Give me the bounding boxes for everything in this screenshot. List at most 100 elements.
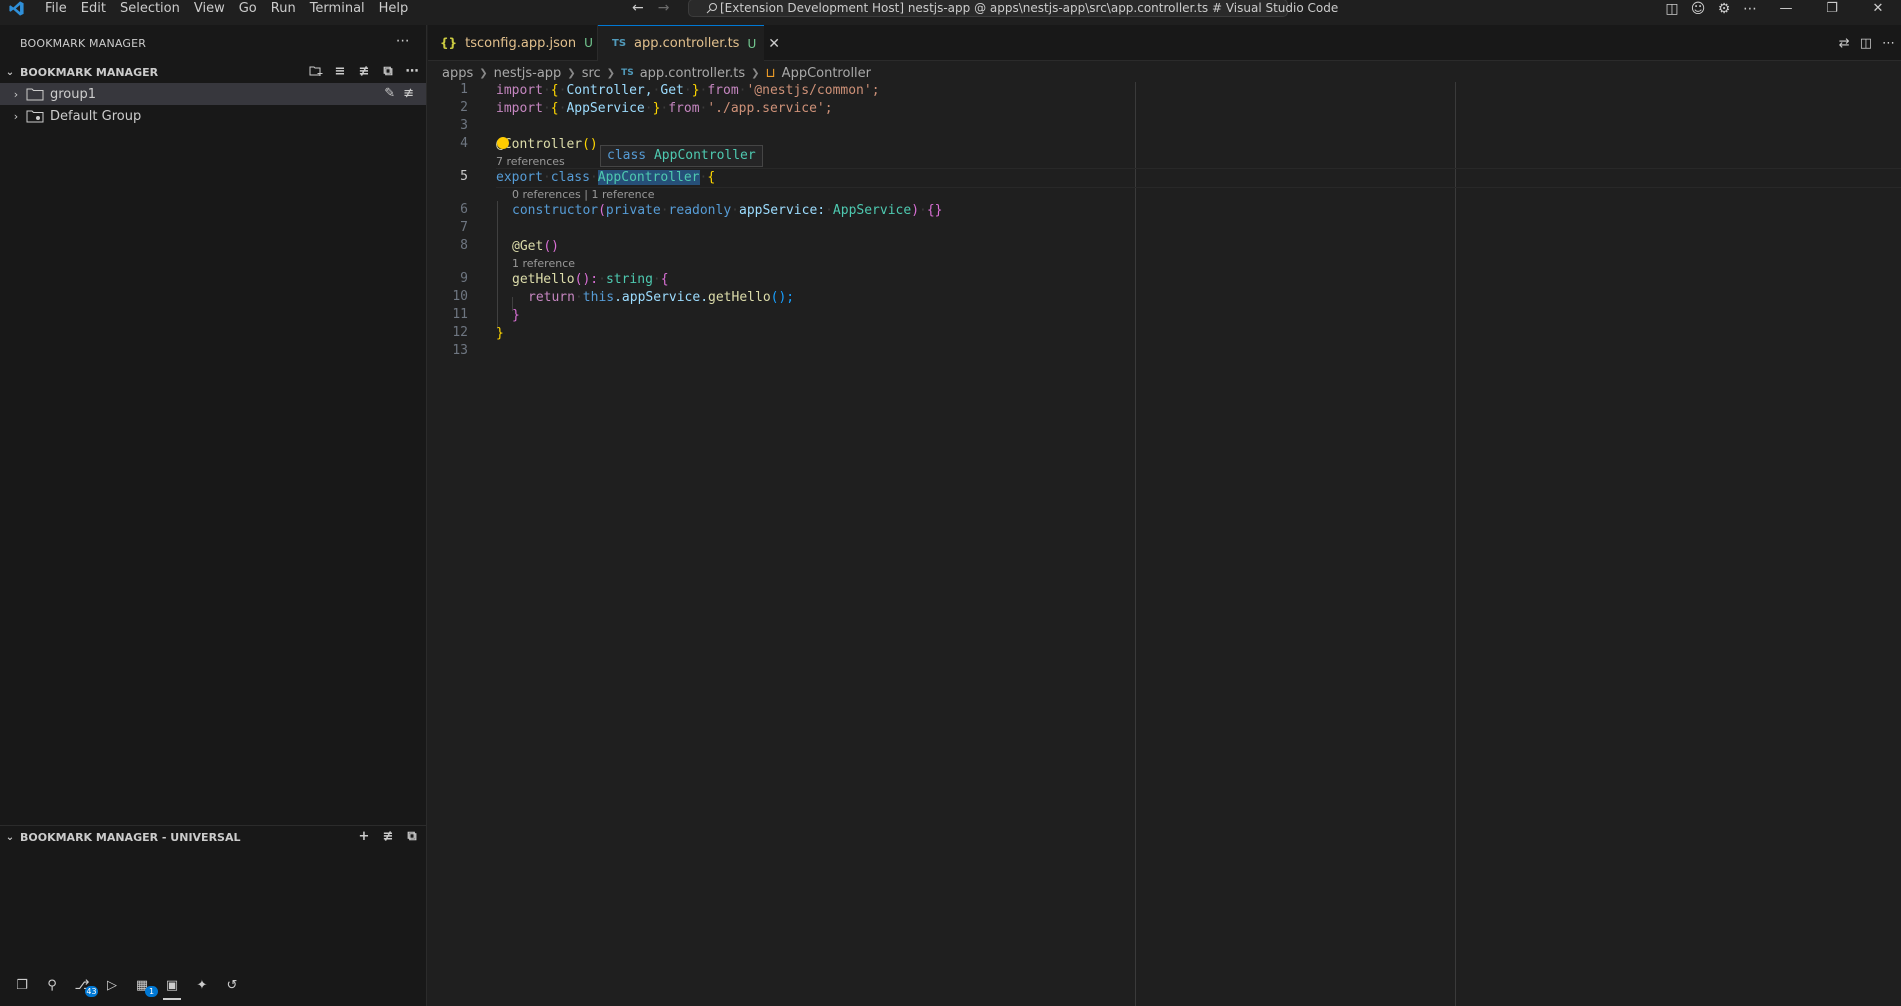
lightbulb-icon[interactable] [497, 137, 509, 149]
clear-group-icon[interactable]: ≢ [403, 86, 414, 101]
run-debug-icon[interactable]: ▷ [100, 973, 124, 997]
editor-tabs: {} tsconfig.app.json U TS app.controller… [428, 25, 1901, 61]
chevron-right-icon: › [13, 87, 19, 101]
explorer-icon[interactable]: ❐ [10, 973, 34, 997]
toggle-panel-layout-icon[interactable]: ◫ [1659, 1, 1685, 17]
command-center-label: [Extension Development Host] nestjs-app … [720, 1, 1339, 15]
code-line-1: import·{·Controller,·Get·}·from·'@nestjs… [496, 83, 880, 98]
code-editor[interactable]: 1 2 3 4 5 6 7 8 9 10 11 12 13 import·{·C… [428, 82, 1901, 1006]
line-number: 3 [460, 118, 468, 133]
git-graph-icon[interactable]: ✦ [190, 973, 214, 997]
line-number: 13 [452, 343, 468, 358]
edit-pencil-icon[interactable]: ✎ [384, 86, 395, 101]
collapse-all-icon[interactable]: ⧉ [404, 828, 420, 844]
back-arrow-icon[interactable]: ← [632, 0, 644, 16]
more-icon[interactable]: ⋯ [1737, 1, 1763, 17]
menu-terminal[interactable]: Terminal [310, 1, 365, 16]
code-line-11: } [512, 308, 520, 323]
code-line-9: getHello():·string·{ [512, 272, 669, 287]
extensions-badge: 1 [145, 986, 158, 997]
menu-edit[interactable]: Edit [81, 1, 106, 16]
tab-app-controller[interactable]: TS app.controller.ts U ✕ [598, 25, 780, 61]
minimize-button[interactable]: — [1763, 1, 1809, 16]
history-navigation: ← → [632, 0, 669, 16]
tree-item-group1[interactable]: › group1 ✎ ≢ [0, 83, 426, 105]
line-number: 1 [460, 82, 468, 97]
account-icon[interactable]: ☺ [1685, 1, 1711, 17]
universal-section-header[interactable]: ⌄ BOOKMARK MANAGER - UNIVERSAL + ≢ ⧉ [0, 826, 426, 848]
menu-go[interactable]: Go [239, 1, 257, 16]
code-line-6: constructor(private·readonly·appService:… [512, 203, 943, 218]
section-actions: ≡ ≢ ⧉ ⋯ [308, 63, 420, 79]
search-icon [706, 3, 717, 14]
gear-icon[interactable]: ⚙ [1711, 1, 1737, 17]
chevron-right-icon: › [13, 109, 19, 123]
line-number: 10 [452, 289, 468, 304]
command-center[interactable]: [Extension Development Host] nestjs-app … [688, 0, 1338, 17]
typescript-icon: TS [612, 38, 627, 49]
tab-tsconfig[interactable]: {} tsconfig.app.json U [428, 25, 598, 61]
title-actions: ◫ ☺ ⚙ ⋯ — ❐ ✕ [1659, 0, 1901, 17]
source-control-icon[interactable]: ⎇ 43 [70, 973, 98, 997]
section-actions: + ≢ ⧉ [356, 828, 420, 844]
code-line-8: @Get() [512, 239, 559, 254]
menu-file[interactable]: File [45, 1, 67, 16]
editor-ruler [1455, 82, 1456, 1006]
close-window-button[interactable]: ✕ [1855, 1, 1901, 16]
sidebar-more-icon[interactable]: ⋯ [396, 33, 410, 49]
menu-run[interactable]: Run [271, 1, 296, 16]
menu-view[interactable]: View [194, 1, 225, 16]
bookmark-icon[interactable]: ▣ [160, 973, 184, 1000]
row-actions: ✎ ≢ [384, 86, 414, 101]
sidebar-title: BOOKMARK MANAGER [20, 36, 147, 50]
tab-label: tsconfig.app.json [465, 35, 577, 51]
open-changes-icon[interactable]: ⇄ [1839, 36, 1850, 51]
menu-selection[interactable]: Selection [120, 1, 180, 16]
breadcrumb-src[interactable]: src [582, 66, 601, 81]
sidebar: BOOKMARK MANAGER ⋯ ⌄ BOOKMARK MANAGER ≡ … [0, 25, 427, 1006]
code-line-5: export·class·AppController·{ [496, 170, 716, 185]
collapse-all-icon[interactable]: ⧉ [380, 63, 396, 79]
timeline-icon[interactable]: ↺ [220, 973, 244, 997]
editor-more-icon[interactable]: ⋯ [1882, 36, 1895, 51]
clear-all-icon[interactable]: ≢ [380, 828, 396, 844]
clear-all-icon[interactable]: ≢ [356, 63, 372, 79]
vscode-logo-icon [9, 1, 24, 16]
sidebar-header: BOOKMARK MANAGER ⋯ [0, 25, 426, 61]
add-icon[interactable]: + [356, 828, 372, 844]
sort-icon[interactable]: ≡ [332, 63, 348, 79]
close-icon[interactable]: ✕ [768, 36, 780, 52]
new-group-icon[interactable] [308, 63, 324, 79]
line-number: 12 [452, 325, 468, 340]
bookmark-manager-section[interactable]: ⌄ BOOKMARK MANAGER ≡ ≢ ⧉ ⋯ [0, 61, 426, 83]
tree-item-label: group1 [50, 86, 97, 102]
forward-arrow-icon[interactable]: → [658, 0, 670, 16]
split-editor-icon[interactable]: ◫ [1860, 36, 1872, 51]
chevron-down-icon: ⌄ [5, 66, 15, 78]
chevron-down-icon: ⌄ [5, 831, 15, 843]
chevron-right-icon: ❯ [567, 67, 576, 79]
code-line-10: return·this.appService.getHello(); [528, 290, 795, 305]
codelens-references[interactable]: 7 references [496, 155, 565, 169]
bookmark-manager-universal-section: ⌄ BOOKMARK MANAGER - UNIVERSAL + ≢ ⧉ [0, 825, 426, 848]
line-number: 5 [460, 169, 468, 184]
indent-guide [497, 201, 498, 329]
untracked-badge: U [747, 36, 757, 51]
extensions-icon[interactable]: ▦ 1 [130, 973, 158, 997]
tree-item-default-group[interactable]: › Default Group [0, 105, 426, 127]
search-icon[interactable]: ⚲ [40, 973, 64, 997]
restore-button[interactable]: ❐ [1809, 1, 1855, 16]
breadcrumb-nestjs-app[interactable]: nestjs-app [494, 66, 562, 81]
line-number: 8 [460, 238, 468, 253]
section-more-icon[interactable]: ⋯ [404, 63, 420, 79]
breadcrumb-apps[interactable]: apps [442, 66, 473, 81]
tab-label: app.controller.ts [634, 36, 740, 51]
breadcrumb-symbol[interactable]: AppController [782, 66, 871, 81]
title-bar: File Edit Selection View Go Run Terminal… [0, 0, 1901, 17]
codelens-references[interactable]: 0 references | 1 reference [512, 188, 654, 202]
menu-help[interactable]: Help [379, 1, 409, 16]
codelens-references[interactable]: 1 reference [512, 257, 575, 271]
breadcrumb-file[interactable]: app.controller.ts [640, 66, 745, 81]
folder-icon [26, 88, 44, 101]
menu-bar: File Edit Selection View Go Run Terminal… [45, 1, 408, 16]
